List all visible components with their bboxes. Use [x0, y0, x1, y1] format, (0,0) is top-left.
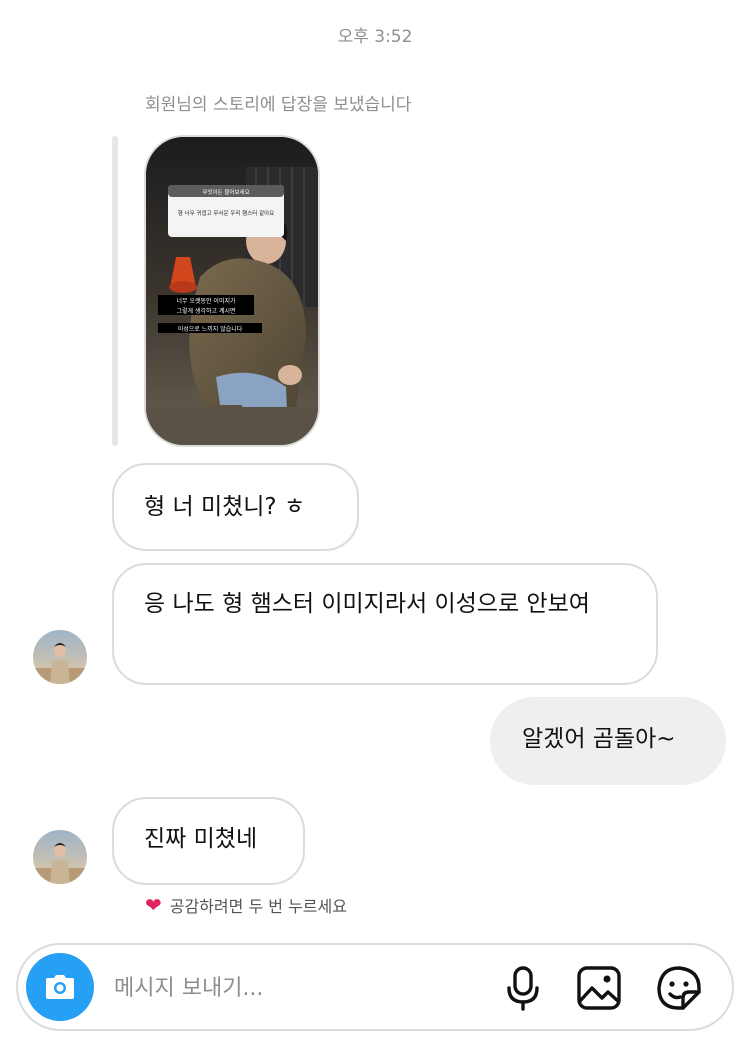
message-timestamp: 오후 3:52 — [337, 27, 413, 47]
like-hint-text: 공감하려면 두 번 누르세요 — [169, 897, 347, 916]
microphone-icon — [507, 966, 539, 1011]
like-hint: ❤ 공감하려면 두 번 누르세요 — [145, 893, 347, 917]
avatar[interactable] — [33, 630, 87, 684]
story-caption-line-3: 이성으로 느끼지 않습니다 — [178, 325, 243, 333]
story-question-header: 무엇이든 물어보세요 — [202, 188, 249, 196]
gallery-button[interactable] — [572, 961, 626, 1015]
sticker-button[interactable] — [652, 961, 706, 1015]
story-reply-note: 회원님의 스토리에 답장을 보냈습니다 — [145, 95, 412, 115]
message-bubble-received[interactable]: 응 나도 형 햄스터 이미지라서 이성으로 안보여 — [112, 563, 658, 685]
story-reply-bar — [112, 136, 118, 446]
message-bubble-sent[interactable]: 알겠어 곰돌아~ — [490, 697, 726, 785]
story-question-text: 형 너무 귀엽고 무서운 우리 햄스터 같아요 — [178, 209, 275, 217]
sticker-icon — [657, 966, 701, 1010]
message-bubble-received[interactable]: 형 너 미쳤니? ㅎ — [112, 463, 359, 551]
dm-thread: 오후 3:52 회원님의 스토리에 답장을 보냈습니다 무엇이든 물어보세요 형… — [0, 0, 750, 1047]
voice-message-button[interactable] — [496, 961, 550, 1015]
avatar[interactable] — [33, 830, 87, 884]
story-caption-line-1: 너무 오랫동안 이미지가 — [176, 297, 235, 305]
story-thumbnail[interactable]: 무엇이든 물어보세요 형 너무 귀엽고 무서운 우리 햄스터 같아요 너무 오랫… — [144, 135, 320, 447]
camera-icon — [46, 975, 74, 999]
camera-button[interactable] — [26, 953, 94, 1021]
message-input[interactable] — [112, 965, 476, 1011]
story-caption-line-2: 그렇게 생각하고 계시면 — [176, 307, 235, 315]
message-composer — [16, 943, 734, 1031]
message-bubble-received[interactable]: 진짜 미쳤네 — [112, 797, 305, 885]
gallery-icon — [577, 966, 621, 1010]
heart-icon: ❤ — [145, 893, 162, 917]
